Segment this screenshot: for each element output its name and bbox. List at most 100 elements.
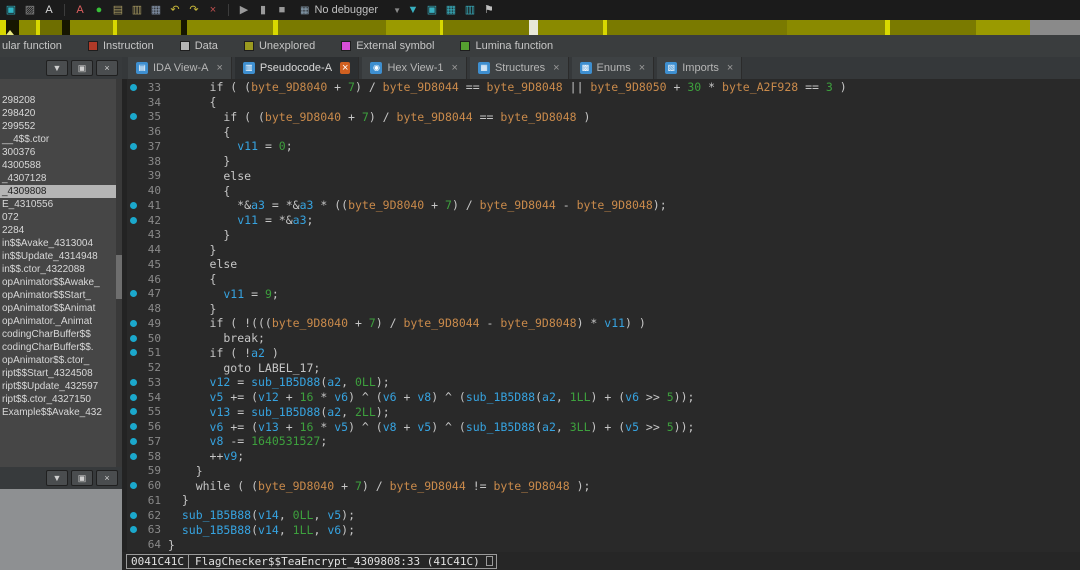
close-icon[interactable]: × (96, 60, 118, 76)
function-list-item[interactable]: opAnimator$$Start_ (0, 289, 122, 302)
function-list-item[interactable]: opAnimator$$.ctor_ (0, 354, 122, 367)
debugger-selector[interactable]: ▦ No debugger ▼ (300, 4, 401, 16)
token: v5 (417, 419, 432, 434)
tab-pseudocode-a[interactable]: ▥ Pseudocode-A × (234, 57, 360, 79)
cut-icon[interactable]: × (206, 0, 220, 20)
names-a-icon[interactable]: A (42, 0, 56, 20)
function-list-item[interactable]: 299552 (0, 120, 122, 133)
function-list-item[interactable]: codingCharBuffer$$. (0, 341, 122, 354)
strings-a-icon[interactable]: A (73, 0, 87, 20)
pause-icon[interactable]: ▮ (256, 0, 270, 20)
code-line[interactable]: 38} (127, 154, 1080, 169)
code-line[interactable]: 40 { (127, 183, 1080, 198)
function-list-item[interactable]: _4307128 (0, 172, 122, 185)
function-list-item[interactable]: 300376 (0, 146, 122, 159)
code-line[interactable]: 44} (127, 242, 1080, 257)
function-list-item[interactable]: __4$$.ctor (0, 133, 122, 146)
function-list-item[interactable]: opAnimator._Animat (0, 315, 122, 328)
record-icon[interactable]: ● (92, 0, 106, 20)
dock-icon[interactable]: ▼ (46, 470, 68, 486)
load-icon[interactable]: ▣ (4, 0, 18, 20)
code-line[interactable]: 37 v11 = 0; (127, 139, 1080, 154)
code-line[interactable]: 52 goto LABEL_17; (127, 360, 1080, 375)
code-line[interactable]: 64} (127, 537, 1080, 552)
undo-icon[interactable]: ↶ (168, 0, 182, 20)
function-list-item[interactable]: 072 (0, 211, 122, 224)
function-list-item[interactable]: 298208 (0, 94, 122, 107)
code-line[interactable]: 45 else (127, 257, 1080, 272)
tab-close-icon[interactable]: × (340, 62, 351, 74)
tab-imports[interactable]: ▧ Imports × (657, 57, 743, 79)
code-line[interactable]: 58 ++v9; (127, 449, 1080, 464)
function-list-item[interactable]: 2284 (0, 224, 122, 237)
function-list-item[interactable]: 4300588 (0, 159, 122, 172)
tab-close-icon[interactable]: × (216, 62, 222, 74)
code-line[interactable]: 49 if ( !(((byte_9D8040 + 7) / byte_9D804… (127, 316, 1080, 331)
functions-scrollbar[interactable] (116, 79, 122, 467)
function-list-item[interactable]: ript$$Update_432597 (0, 380, 122, 393)
functions-scrollbar-thumb[interactable] (116, 255, 122, 299)
tab-structures[interactable]: ▦ Structures × (469, 57, 569, 79)
redo-icon[interactable]: ↷ (187, 0, 201, 20)
stop-icon[interactable]: ■ (275, 0, 289, 20)
code-line[interactable]: 54 v5 += (v12 + 16 * v6) ^ (v6 + v8) ^ (s… (127, 390, 1080, 405)
code-line[interactable]: 47 v11 = 9; (127, 287, 1080, 302)
watches-icon[interactable]: ▦ (444, 0, 458, 20)
tab-close-icon[interactable]: × (727, 62, 733, 74)
threads-icon[interactable]: ▥ (463, 0, 477, 20)
function-list-item[interactable]: codingCharBuffer$$ (0, 328, 122, 341)
code-line[interactable]: 61} (127, 493, 1080, 508)
code-line[interactable]: 33 if ( (byte_9D8040 + 7) / byte_9D8044 =… (127, 80, 1080, 95)
code-line[interactable]: 63 sub_1B5B88(v14, 1LL, v6); (127, 523, 1080, 538)
pseudocode-view[interactable]: 33 if ( (byte_9D8040 + 7) / byte_9D8044 =… (122, 79, 1080, 552)
code-line[interactable]: 51 if ( !a2 ) (127, 346, 1080, 361)
tab-hex-view-1[interactable]: ◉ Hex View-1 × (362, 57, 467, 79)
close-icon[interactable]: × (96, 470, 118, 486)
code-line[interactable]: 62 sub_1B5B88(v14, 0LL, v5); (127, 508, 1080, 523)
segments-icon[interactable]: ▨ (23, 0, 37, 20)
function-list-item[interactable]: E_4310556 (0, 198, 122, 211)
function-list-item[interactable]: _4309808 (0, 185, 122, 198)
tab-close-icon[interactable]: × (452, 62, 458, 74)
function-list-item[interactable]: opAnimator$$Awake_ (0, 276, 122, 289)
code-line[interactable]: 43} (127, 228, 1080, 243)
code-line[interactable]: 56 v6 += (v13 + 16 * v5) ^ (v8 + v5) ^ (s… (127, 419, 1080, 434)
function-list-item[interactable]: ript$$Start_4324508 (0, 367, 122, 380)
function-list-item[interactable]: in$$Avake_4313004 (0, 237, 122, 250)
code-line[interactable]: 36 { (127, 124, 1080, 139)
mail-icon[interactable]: ▤ (111, 0, 125, 20)
tab-close-icon[interactable]: × (553, 62, 559, 74)
code-line[interactable]: 42 v11 = *&a3; (127, 213, 1080, 228)
code-line[interactable]: 59} (127, 464, 1080, 479)
navigation-band[interactable] (0, 20, 1080, 35)
code-line[interactable]: 53 v12 = sub_1B5D88(a2, 0LL); (127, 375, 1080, 390)
function-list-item[interactable]: in$$.ctor_4322088 (0, 263, 122, 276)
run-icon[interactable]: ▶ (237, 0, 251, 20)
code-line[interactable]: 41 *&a3 = *&a3 * ((byte_9D8040 + 7) / byt… (127, 198, 1080, 213)
tab-enums[interactable]: ▩ Enums × (571, 57, 655, 79)
code-line[interactable]: 46 { (127, 272, 1080, 287)
tab-close-icon[interactable]: × (639, 62, 645, 74)
debugger-setup-icon[interactable]: ▼ (406, 0, 420, 20)
function-list-item[interactable]: in$$Update_4314948 (0, 250, 122, 263)
function-list-item[interactable]: Example$$Avake_432 (0, 406, 122, 419)
function-list-item[interactable]: 298420 (0, 107, 122, 120)
tab-ida-view-a[interactable]: ▤ IDA View-A × (128, 57, 232, 79)
code-line[interactable]: 48} (127, 301, 1080, 316)
float-icon[interactable]: ▣ (71, 470, 93, 486)
code-line[interactable]: 39 else (127, 169, 1080, 184)
flag-icon[interactable]: ⚑ (482, 0, 496, 20)
breakpoints-icon[interactable]: ▣ (425, 0, 439, 20)
code-line[interactable]: 35 if ( (byte_9D8040 + 7) / byte_9D8044 =… (127, 110, 1080, 125)
dock-icon[interactable]: ▼ (46, 60, 68, 76)
code-line[interactable]: 34 { (127, 95, 1080, 110)
function-list-item[interactable]: ript$$.ctor_4327150 (0, 393, 122, 406)
code-line[interactable]: 57 v8 -= 1640531527; (127, 434, 1080, 449)
snapshot-icon[interactable]: ▦ (149, 0, 163, 20)
function-list-item[interactable]: opAnimator$$Animat (0, 302, 122, 315)
save-icon[interactable]: ▥ (130, 0, 144, 20)
code-line[interactable]: 55 v13 = sub_1B5D88(a2, 2LL); (127, 405, 1080, 420)
float-icon[interactable]: ▣ (71, 60, 93, 76)
code-line[interactable]: 60 while ( (byte_9D8040 + 7) / byte_9D804… (127, 478, 1080, 493)
code-line[interactable]: 50 break; (127, 331, 1080, 346)
